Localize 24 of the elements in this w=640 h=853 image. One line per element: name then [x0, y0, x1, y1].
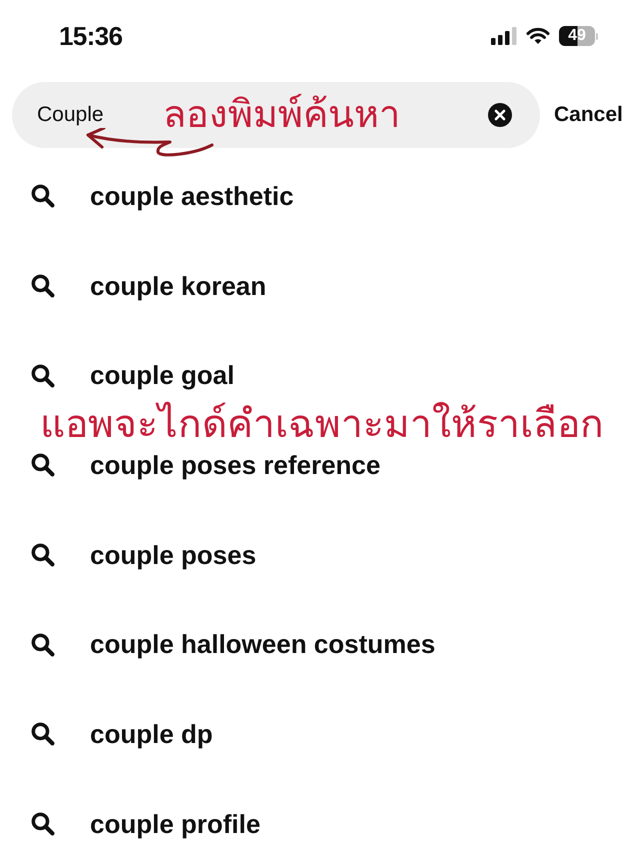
search-icon [30, 632, 55, 657]
search-icon [30, 362, 55, 388]
search-icon [30, 811, 55, 836]
search-icon [30, 183, 55, 208]
clear-button[interactable] [488, 103, 512, 127]
handwritten-note: ลองพิมพ์ค้นหา [163, 96, 400, 134]
suggestion-item[interactable]: couple halloween costumes [30, 629, 436, 660]
suggestion-item[interactable]: couple poses [30, 540, 256, 570]
search-icon [30, 452, 55, 478]
wifi-icon [526, 27, 550, 45]
search-input-value: Couple [37, 102, 104, 128]
cancel-button[interactable]: Cancel [554, 99, 623, 131]
search-icon [30, 542, 55, 568]
suggestion-item[interactable]: couple dp [30, 718, 213, 749]
clear-icon [488, 103, 512, 127]
search-icon [30, 721, 55, 746]
suggestion-item[interactable]: couple profile [30, 808, 260, 839]
search-icon [30, 273, 55, 298]
suggestion-item[interactable]: couple poses reference [30, 450, 380, 480]
status-time: 15:36 [59, 20, 122, 52]
suggestion-item[interactable]: couple korean [30, 270, 266, 301]
suggestion-item[interactable]: couple aesthetic [30, 180, 294, 211]
signal-icon [491, 27, 517, 45]
suggestion-item[interactable]: couple goal [30, 360, 234, 390]
